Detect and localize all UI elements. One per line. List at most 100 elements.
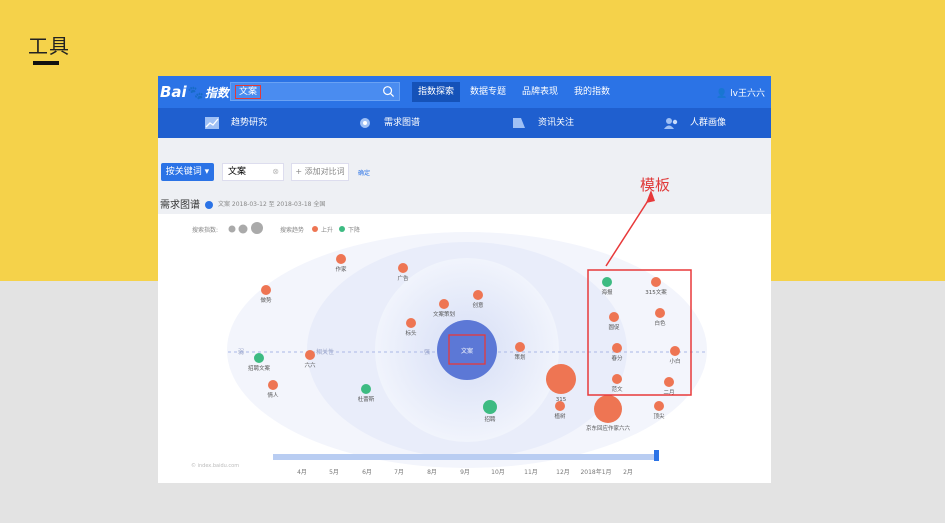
graph-node-label: 顶尖 — [653, 412, 665, 420]
baidu-index-screenshot: Bai🐾指数 文案 指数探索 数据专题 品牌表现 我的指数 👤 lv王六六 趋势… — [158, 76, 771, 483]
graph-node[interactable] — [670, 346, 680, 356]
graph-node-label: 招聘文案 — [248, 364, 271, 372]
section-title: 需求图谱 — [160, 196, 214, 211]
keyword-mode-label: 按关键词 — [165, 167, 202, 177]
axis-low-label: 弱 — [238, 349, 244, 356]
graph-node-label: 小白 — [669, 357, 680, 365]
highlight-box-tab — [158, 108, 771, 138]
search-value: 文案 — [235, 85, 262, 99]
graph-node[interactable] — [612, 343, 622, 353]
timeline-tick-label: 2月 — [623, 469, 633, 476]
graph-node[interactable] — [655, 308, 665, 318]
graph-node-label: 京东回应作家六六 — [586, 424, 631, 432]
logo-suffix: 指数 — [204, 86, 229, 100]
graph-node[interactable] — [268, 380, 278, 390]
user-menu[interactable]: 👤 lv王六六 — [716, 86, 765, 99]
nav-index-explore[interactable]: 指数探索 — [412, 82, 461, 102]
title-underline — [33, 61, 59, 65]
nav-my-index[interactable]: 我的指数 — [568, 82, 616, 102]
graph-node-label: 春分 — [611, 354, 623, 362]
graph-node[interactable] — [612, 374, 622, 384]
keyword-value: 文案 — [228, 167, 247, 177]
graph-node[interactable] — [336, 254, 346, 264]
legend-down-dot — [339, 226, 345, 232]
graph-node[interactable] — [546, 364, 576, 394]
legend-up-dot — [312, 226, 318, 232]
search-input[interactable]: 文案 — [230, 82, 400, 101]
graph-node-label: 白色 — [654, 319, 666, 327]
help-icon[interactable] — [205, 201, 214, 209]
legend-up-label: 上升 — [321, 226, 333, 234]
graph-node[interactable] — [361, 384, 371, 394]
axis-high-label: 强 — [424, 349, 430, 356]
legend-small-dot — [228, 225, 236, 233]
graph-node-label: 作家 — [335, 265, 347, 273]
graph-node-label: 六六 — [304, 361, 316, 369]
graph-node-label: 文案策划 — [433, 310, 455, 318]
axis-relevance-label: 相关性 — [316, 348, 334, 356]
timeline-bar[interactable] — [273, 454, 658, 460]
graph-node-label: 情人 — [267, 391, 279, 399]
graph-node[interactable] — [483, 400, 497, 414]
top-bar: Bai🐾指数 文案 指数探索 数据专题 品牌表现 我的指数 👤 lv王六六 — [158, 76, 771, 108]
section-title-text: 需求图谱 — [160, 200, 200, 211]
graph-node[interactable] — [261, 285, 271, 295]
search-icon[interactable] — [382, 85, 395, 98]
graph-node-label: 海报 — [601, 288, 613, 296]
graph-node[interactable] — [406, 318, 416, 328]
graph-node[interactable] — [398, 263, 408, 273]
graph-node[interactable] — [515, 342, 525, 352]
timeline-tick-label: 5月 — [329, 469, 339, 476]
section-meta: 文案 2018-03-12 至 2018-03-18 全国 — [218, 201, 326, 208]
timeline-tick-label: 10月 — [491, 469, 505, 476]
timeline-tick-label: 7月 — [394, 469, 404, 476]
caret-down-icon: ▾ — [204, 167, 210, 177]
graph-node[interactable] — [654, 401, 664, 411]
timeline-handle[interactable] — [654, 450, 659, 461]
nav-brand[interactable]: 品牌表现 — [516, 82, 564, 102]
graph-node[interactable] — [664, 377, 674, 387]
slide-title: 工具 — [28, 34, 70, 58]
logo-text: Bai — [160, 83, 187, 101]
legend-large-dot — [251, 222, 263, 234]
graph-node-label: 315文案 — [645, 288, 667, 296]
legend-index-label: 搜索指数: — [192, 226, 218, 234]
top-nav: 指数探索 数据专题 品牌表现 我的指数 — [412, 82, 620, 102]
graph-node[interactable] — [609, 312, 619, 322]
timeline-tick-label: 11月 — [524, 469, 538, 476]
center-node-label: 文案 — [461, 347, 473, 355]
graph-node[interactable] — [651, 277, 661, 287]
graph-node[interactable] — [305, 350, 315, 360]
clear-icon[interactable]: ⊗ — [272, 164, 279, 180]
keyword-mode-button[interactable]: 按关键词 ▾ — [161, 163, 214, 181]
graph-node[interactable] — [254, 353, 264, 363]
graph-node[interactable] — [555, 401, 565, 411]
confirm-link[interactable]: 确定 — [358, 168, 370, 177]
timeline-tick-label: 12月 — [556, 469, 570, 476]
timeline-tick-label: 9月 — [460, 469, 470, 476]
graph-node[interactable] — [594, 395, 622, 423]
watermark: © index.baidu.com — [191, 462, 239, 469]
user-name: lv王六六 — [730, 89, 765, 99]
timeline-tick-label: 8月 — [427, 469, 437, 476]
demand-graph-panel: 弱 相关性 强 搜索指数: 搜索趋势 上升 下降 作家 广告 做势 创意 文案策划 标头招… — [158, 214, 771, 483]
graph-node-label: 杜蕾斯 — [358, 395, 375, 403]
graph-node[interactable] — [473, 290, 483, 300]
timeline-tick-label: 4月 — [297, 469, 307, 476]
graph-node-label: 创意 — [472, 301, 484, 309]
graph-node-label: 做势 — [260, 296, 272, 304]
user-icon: 👤 — [716, 89, 728, 99]
graph-node[interactable] — [602, 277, 612, 287]
annotation-label: 模板 — [640, 176, 671, 194]
paw-icon: 🐾 — [187, 86, 204, 101]
legend-trend-label: 搜索趋势 — [280, 226, 304, 234]
legend-mid-dot — [238, 224, 248, 234]
graph-node-label: 范文 — [611, 385, 623, 393]
nav-data-topics[interactable]: 数据专题 — [464, 82, 512, 102]
graph-node[interactable] — [439, 299, 449, 309]
keyword-input[interactable]: 文案 ⊗ — [222, 163, 284, 181]
legend-down-label: 下降 — [348, 226, 360, 234]
graph-node-label: 圆促 — [608, 323, 620, 331]
baidu-logo[interactable]: Bai🐾指数 — [160, 83, 229, 101]
add-compare-button[interactable]: + 添加对比词 — [291, 163, 349, 181]
